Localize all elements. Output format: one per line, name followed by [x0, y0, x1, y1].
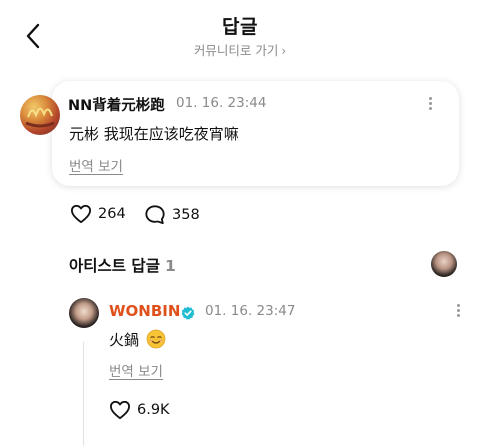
heart-icon: [71, 204, 91, 224]
artist-reply-timestamp: 01. 16. 23:47: [205, 303, 296, 319]
artist-like-button[interactable]: 6.9K: [109, 400, 170, 420]
artist-reply-body: 火鍋: [109, 331, 140, 349]
post-comment-count: 358: [172, 206, 200, 223]
more-vertical-icon: [448, 304, 468, 317]
chevron-right-icon: ›: [281, 44, 287, 58]
page-title: 답글: [222, 16, 258, 38]
artist-replies-count: 1: [164, 257, 176, 275]
artist-avatar[interactable]: [69, 298, 99, 328]
smiling-face-emoji: [146, 329, 166, 353]
artist-reply-text: 火鍋: [109, 329, 166, 353]
thread-line: [83, 342, 84, 446]
comment-icon: [145, 205, 165, 225]
post-timestamp: 01. 16. 23:44: [176, 95, 267, 111]
more-vertical-icon: [420, 97, 440, 110]
artist-name[interactable]: WONBIN: [109, 302, 180, 320]
community-link-label: 커뮤니티로 가기: [193, 43, 279, 58]
post-translate-link[interactable]: 번역 보기: [69, 155, 123, 175]
reply-more-button[interactable]: [448, 302, 468, 322]
artist-translate-link[interactable]: 번역 보기: [109, 360, 163, 380]
post-more-button[interactable]: [420, 95, 440, 115]
go-to-community-link[interactable]: 커뮤니티로 가기 ›: [0, 40, 480, 59]
artist-like-count: 6.9K: [137, 402, 170, 418]
heart-icon: [110, 400, 130, 420]
post-like-button[interactable]: 264: [70, 204, 126, 224]
artist-avatar-small[interactable]: [431, 251, 457, 277]
avatar[interactable]: [20, 95, 60, 135]
post-author[interactable]: NN背着元彬跑: [68, 94, 165, 115]
post-text: 元彬 我现在应该吃夜宵嘛: [69, 125, 239, 143]
post-like-count: 264: [98, 206, 126, 222]
artist-replies-header: 아티스트 답글 1: [69, 254, 176, 276]
post-comment-button[interactable]: 358: [144, 204, 200, 225]
artist-replies-title: 아티스트 답글: [69, 257, 160, 275]
verified-badge-icon: [181, 305, 195, 320]
